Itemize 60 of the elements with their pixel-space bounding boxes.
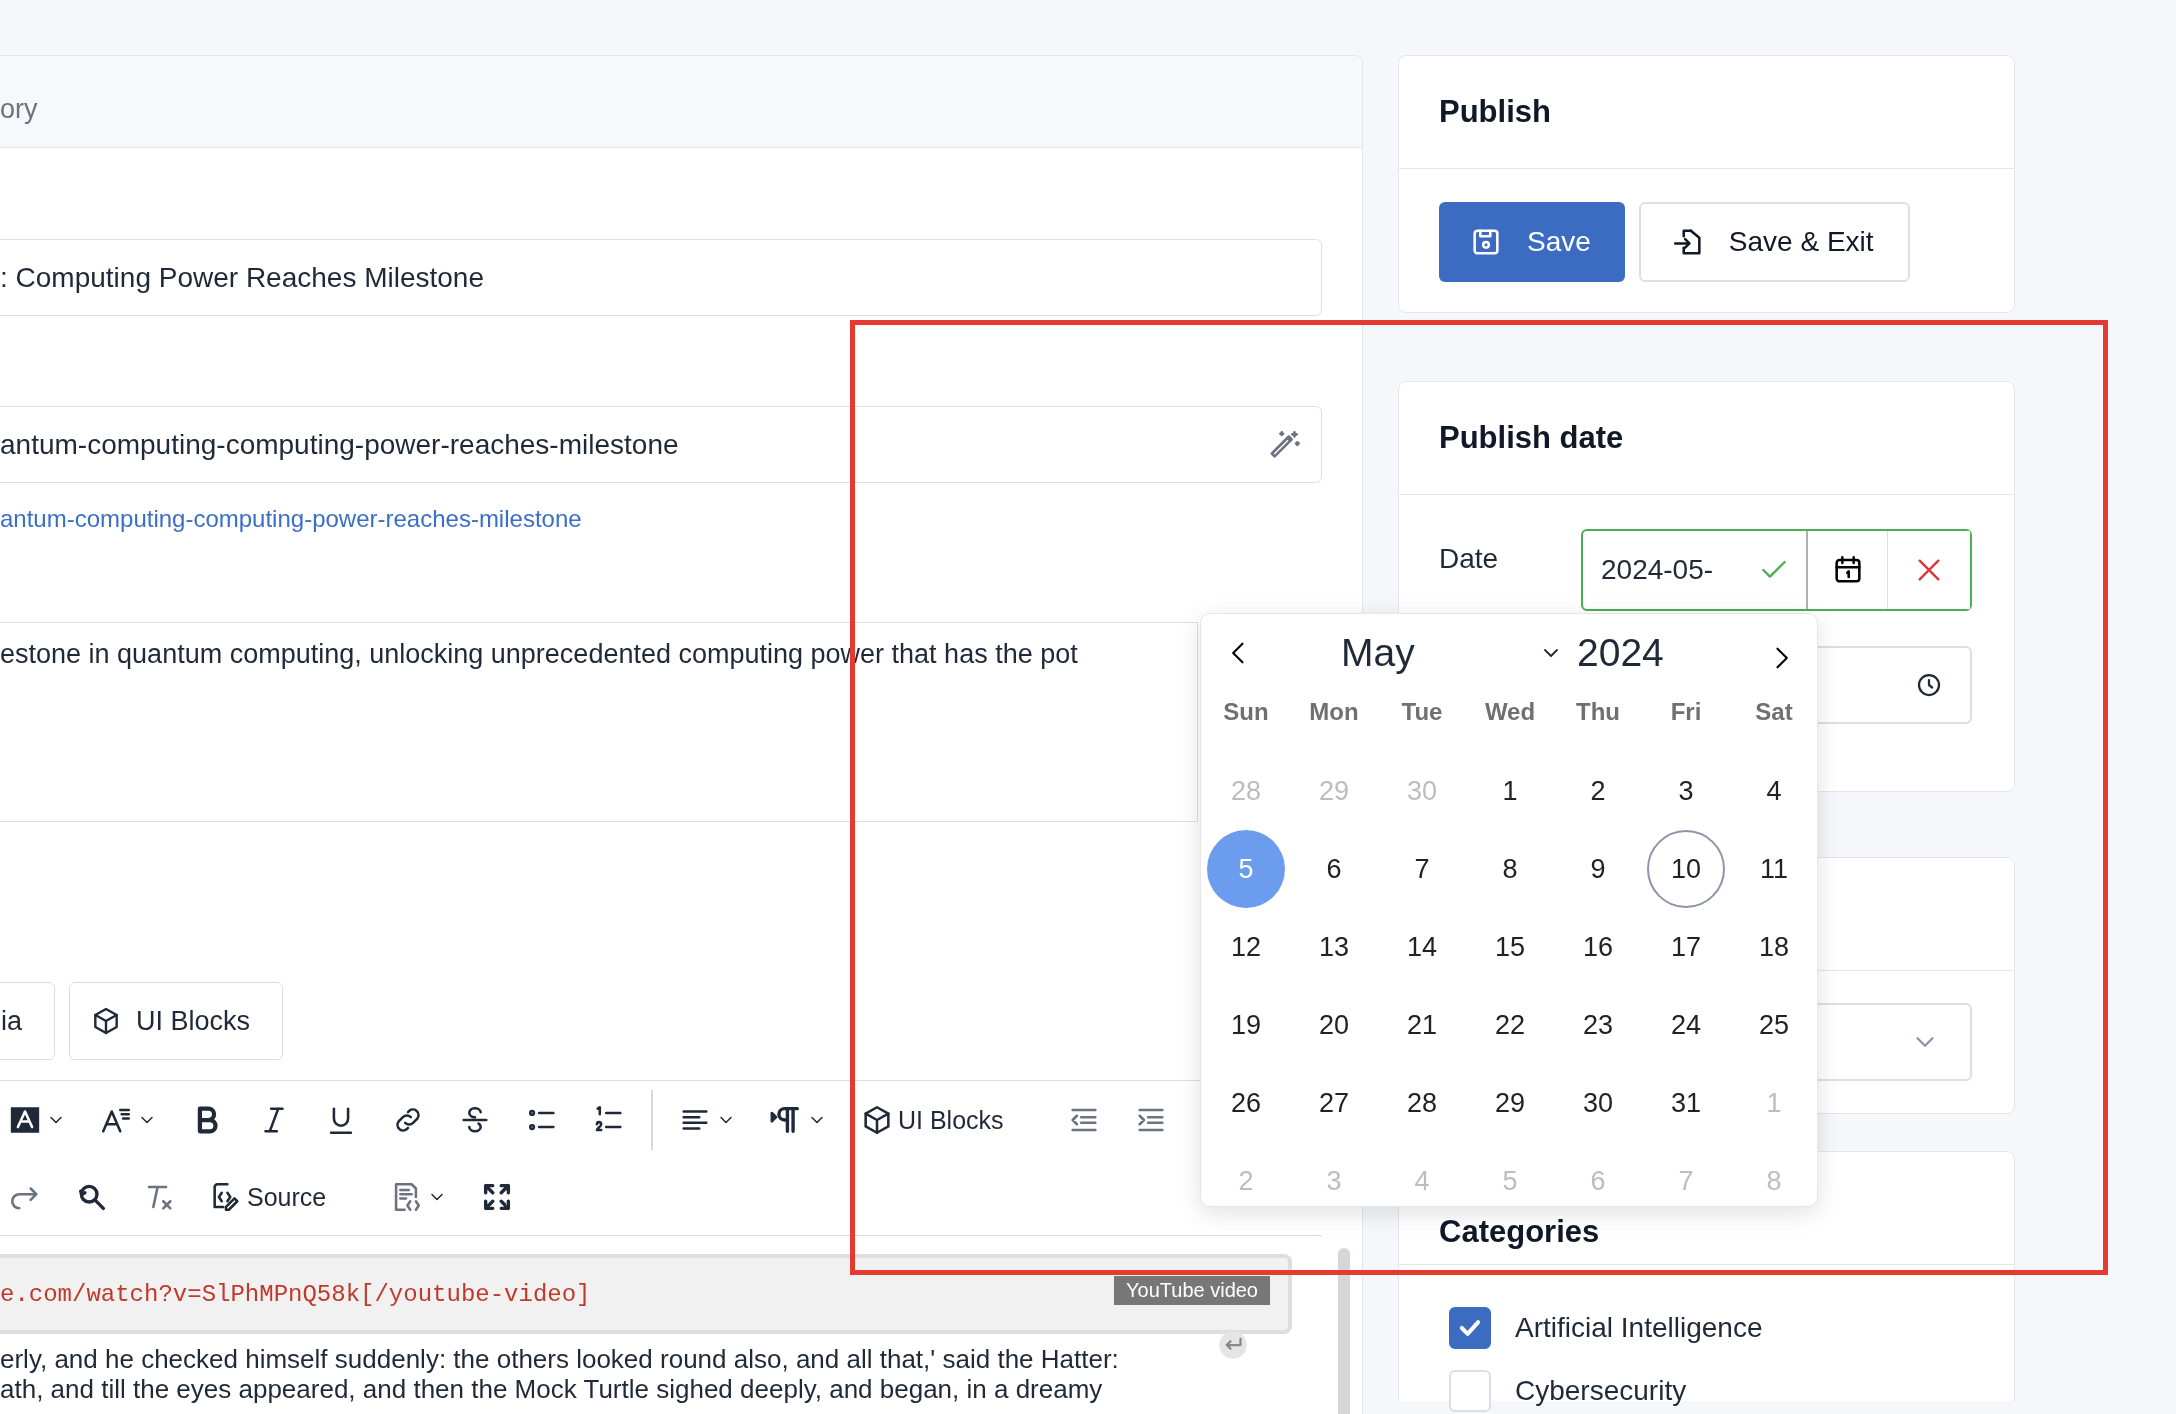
year-field[interactable]: 2024 — [1577, 631, 1664, 675]
weekday-label: Sat — [1754, 697, 1794, 727]
save-exit-button[interactable]: Save & Exit — [1638, 202, 1910, 282]
slug-value: antum-computing-computing-power-reaches-milestone — [0, 428, 679, 461]
card-title: Publish date — [1439, 420, 1624, 456]
calendar-day[interactable]: 12 — [1207, 908, 1285, 986]
calendar-day[interactable]: 22 — [1471, 986, 1549, 1064]
card-title: Publish — [1439, 94, 1551, 130]
calendar-day[interactable]: 31 — [1647, 1064, 1725, 1142]
field-label: Date — [1439, 542, 1500, 576]
media-button[interactable]: UI Blocks — [69, 982, 284, 1060]
calendar-day[interactable]: 6 — [1295, 830, 1373, 908]
calendar-day[interactable]: 9 — [1559, 830, 1637, 908]
source-button[interactable]: Source — [201, 1174, 335, 1220]
calendar-day[interactable]: 4 — [1735, 752, 1813, 830]
weekday-label: Tue — [1400, 697, 1444, 727]
calendar-day[interactable]: 10 — [1647, 830, 1725, 908]
save-button[interactable]: Save — [1439, 202, 1625, 282]
code-text: e.com/watch?v=SlPhMPnQ58k[/youtube-video] — [0, 1280, 591, 1308]
calendar-day[interactable]: 15 — [1471, 908, 1549, 986]
calendar-day[interactable]: 27 — [1295, 1064, 1373, 1142]
calendar-day[interactable]: 16 — [1559, 908, 1637, 986]
checkbox-label: Cybersecurity — [1515, 1375, 1687, 1407]
calendar-day[interactable]: 11 — [1735, 830, 1813, 908]
weekday-label: Fri — [1669, 697, 1703, 727]
month-select[interactable]: May — [1341, 631, 1511, 675]
card-title: ory — [0, 94, 38, 125]
calendar-day[interactable]: 18 — [1735, 908, 1813, 986]
title-field[interactable]: : Computing Power Reaches Milestone — [0, 239, 1322, 316]
calendar-day[interactable]: 3 — [1647, 752, 1725, 830]
slug-field[interactable]: antum-computing-computing-power-reaches-milestone — [0, 406, 1322, 483]
calendar-day[interactable]: 20 — [1295, 986, 1373, 1064]
calendar-day[interactable]: 28 — [1383, 1064, 1461, 1142]
ui-blocks-button[interactable]: UI Blocks — [852, 1097, 1012, 1143]
weekday-label: Sun — [1222, 697, 1270, 727]
date-field[interactable]: 2024-05- — [1581, 529, 1972, 611]
permalink-link[interactable]: antum-computing-computing-power-reaches-milestone — [0, 505, 582, 533]
weekday-label: Thu — [1575, 697, 1621, 727]
checkbox-label: Artificial Intelligence — [1515, 1312, 1763, 1344]
body-paragraph: erly, and he checked himself suddenly: the others looked round also, and all that,' said the Hatter: ath, and till the eyes appeared, and then the Mock Turtle sighed deeply, and began, in a dreamy — [0, 1344, 1119, 1404]
embed-label: YouTube video — [1114, 1276, 1270, 1305]
calendar-day[interactable]: 30 — [1559, 1064, 1637, 1142]
calendar-day[interactable]: 2 — [1559, 752, 1637, 830]
calendar-day[interactable]: 24 — [1647, 986, 1725, 1064]
calendar-day[interactable]: 14 — [1383, 908, 1461, 986]
calendar-day[interactable]: 13 — [1295, 908, 1373, 986]
calendar-day[interactable]: 21 — [1383, 986, 1461, 1064]
calendar-day[interactable]: 1 — [1471, 752, 1549, 830]
calendar-day[interactable]: 25 — [1735, 986, 1813, 1064]
calendar-day[interactable]: 8 — [1471, 830, 1549, 908]
date-value: 2024-05- — [1601, 554, 1714, 586]
weekday-label: Wed — [1483, 697, 1537, 727]
media-button[interactable]: ia — [0, 982, 55, 1060]
calendar-day[interactable]: 23 — [1559, 986, 1637, 1064]
calendar-day[interactable]: 19 — [1207, 986, 1285, 1064]
calendar-day[interactable]: 17 — [1647, 908, 1725, 986]
calendar-day[interactable]: 7 — [1383, 830, 1461, 908]
calendar-day[interactable]: 29 — [1471, 1064, 1549, 1142]
calendar-day[interactable]: 26 — [1207, 1064, 1285, 1142]
weekday-label: Mon — [1308, 697, 1360, 727]
